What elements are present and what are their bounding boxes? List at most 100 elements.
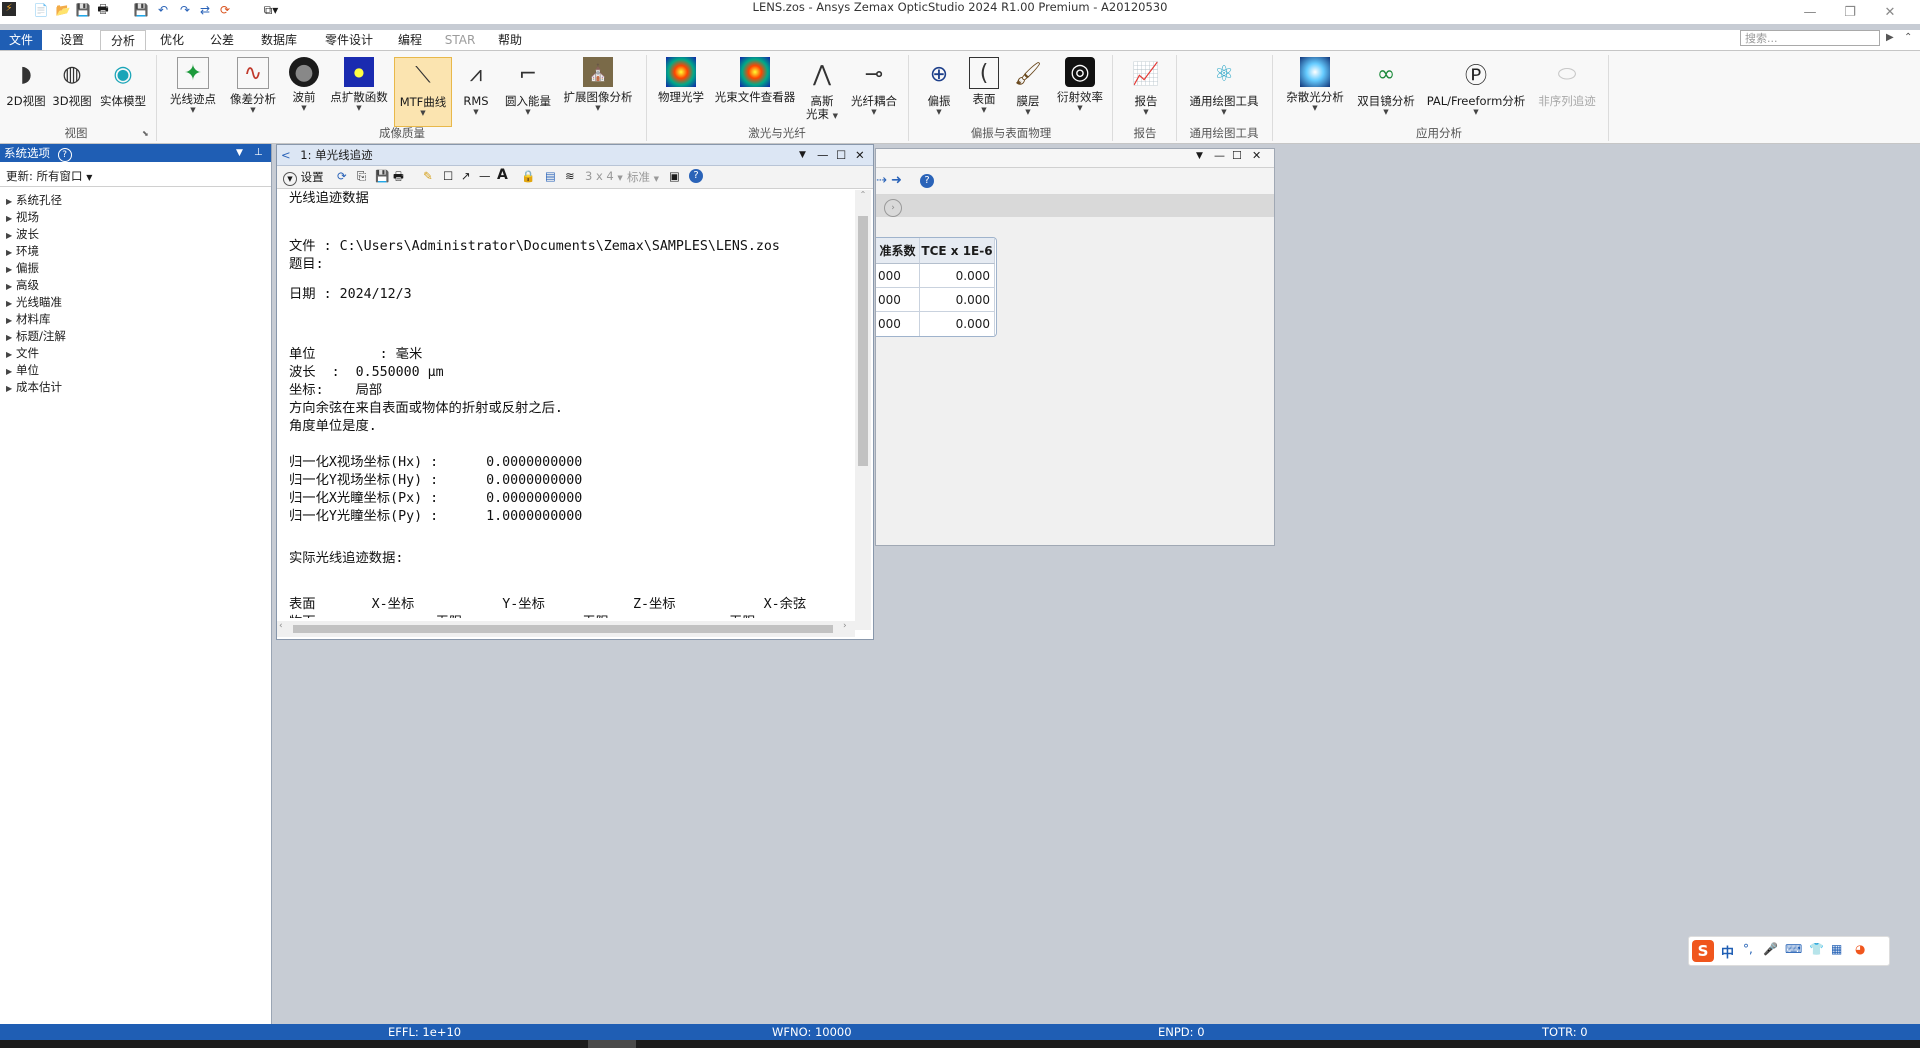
- stray-light-button[interactable]: 杂散光分析 ▼: [1280, 57, 1350, 127]
- tab-part-designer[interactable]: 零件设计: [318, 30, 380, 50]
- tree-item-ray-aiming[interactable]: ▶ 光线瞄准: [6, 294, 62, 311]
- horizontal-scrollbar[interactable]: ‹ ›: [277, 621, 855, 637]
- rms-button[interactable]: ⩘ RMS ▼: [454, 57, 498, 127]
- tree-item-wavelengths[interactable]: ▶ 波长: [6, 226, 39, 243]
- tree-item-cost-estimator[interactable]: ▶ 成本估计: [6, 379, 62, 396]
- tree-item-units[interactable]: ▶ 单位: [6, 362, 39, 379]
- line-icon[interactable]: —: [479, 169, 491, 183]
- arrow-right-icon[interactable]: ⇢ ➜: [876, 173, 902, 188]
- tab-help[interactable]: 帮助: [490, 30, 530, 50]
- save-icon[interactable]: 💾: [375, 169, 389, 183]
- tab-setup[interactable]: 设置: [52, 30, 92, 50]
- standard-dropdown[interactable]: 标准 ▼: [627, 169, 659, 185]
- update-icon[interactable]: ⟳: [337, 169, 347, 183]
- universal-plot-button[interactable]: ⚛ 通用绘图工具 ▼: [1182, 57, 1266, 127]
- table-cell[interactable]: 000: [876, 312, 920, 336]
- diffraction-efficiency-button[interactable]: ◎ 衍射效率 ▼: [1052, 57, 1108, 127]
- microphone-icon[interactable]: 🎤: [1763, 942, 1778, 956]
- punctuation-icon[interactable]: °,: [1743, 942, 1753, 956]
- tab-file[interactable]: 文件: [0, 30, 42, 50]
- pin-icon[interactable]: ⊥: [254, 144, 263, 162]
- help-icon[interactable]: ?: [689, 169, 703, 183]
- beam-file-viewer-button[interactable]: 光束文件查看器: [712, 57, 798, 127]
- ime-language-toggle[interactable]: 中: [1721, 942, 1734, 961]
- layers-icon[interactable]: ≋: [565, 169, 575, 183]
- column-header[interactable]: 准系数: [876, 238, 920, 264]
- editor-dropdown-icon[interactable]: ▼: [1196, 151, 1203, 161]
- encircled-energy-button[interactable]: ⌐ 圆入能量 ▼: [500, 57, 556, 127]
- polarization-button[interactable]: ⊕ 偏振 ▼: [916, 57, 962, 127]
- fiber-coupling-button[interactable]: ⊸ 光纤耦合 ▼: [846, 57, 902, 127]
- scroll-up-icon[interactable]: ⌃: [855, 190, 871, 202]
- window-minimize-icon[interactable]: —: [817, 145, 829, 165]
- physical-optics-button[interactable]: 物理光学: [652, 57, 710, 127]
- help-icon[interactable]: ?: [57, 148, 72, 162]
- scroll-right-icon[interactable]: ›: [843, 621, 847, 631]
- window-close-icon[interactable]: ✕: [855, 145, 865, 165]
- arrow-line-icon[interactable]: ↗: [461, 169, 471, 183]
- tree-item-advanced[interactable]: ▶ 高级: [6, 277, 39, 294]
- column-header[interactable]: TCE x 1E-6: [920, 238, 995, 264]
- skin-icon[interactable]: 👕: [1809, 942, 1824, 956]
- table-cell[interactable]: 0.000: [920, 312, 995, 336]
- tab-programming[interactable]: 编程: [390, 30, 430, 50]
- group-launcher-icon[interactable]: ⬊: [142, 129, 149, 138]
- aberrations-button[interactable]: ∿ 像差分析 ▼: [224, 57, 282, 127]
- table-cell[interactable]: 0.000: [920, 288, 995, 312]
- text-icon[interactable]: A: [497, 167, 508, 183]
- search-go-icon[interactable]: ▶: [1886, 30, 1900, 46]
- psf-button[interactable]: ● 点扩散函数 ▼: [326, 57, 392, 127]
- rectangle-icon[interactable]: ☐: [443, 169, 453, 183]
- mtf-button[interactable]: ⟍ MTF曲线 ▼: [394, 57, 452, 127]
- tree-item-files[interactable]: ▶ 文件: [6, 345, 39, 362]
- binocular-button[interactable]: ∞ 双目镜分析 ▼: [1352, 57, 1420, 127]
- scrollbar-thumb[interactable]: [858, 216, 868, 466]
- tree-item-aperture[interactable]: ▶ 系统孔径: [6, 192, 62, 209]
- help-icon[interactable]: ?: [920, 174, 934, 188]
- minimize-button[interactable]: —: [1790, 2, 1830, 24]
- export-icon[interactable]: ▣: [669, 169, 680, 183]
- keyboard-icon[interactable]: ⌨: [1785, 942, 1802, 956]
- tab-libraries[interactable]: 数据库: [254, 30, 304, 50]
- scrollbar-thumb[interactable]: [293, 625, 833, 633]
- window-maximize-icon[interactable]: ☐: [836, 145, 846, 165]
- reports-button[interactable]: 📈 报告 ▼: [1124, 57, 1168, 127]
- tab-optimize[interactable]: 优化: [152, 30, 192, 50]
- taskbar-item[interactable]: [588, 1040, 636, 1048]
- layout-icon[interactable]: ▤: [545, 169, 556, 183]
- maximize-button[interactable]: ❐: [1830, 2, 1870, 24]
- gaussian-beam-button[interactable]: ⋀ 高斯 光束 ▼: [800, 57, 844, 127]
- grid-apps-icon[interactable]: ▦: [1831, 942, 1842, 956]
- 2d-view-button[interactable]: ◗ 2D视图: [4, 57, 48, 127]
- ray-trace-button[interactable]: ✦ 光线迹点 ▼: [164, 57, 222, 127]
- shaded-model-button[interactable]: ◉ 实体模型: [96, 57, 150, 127]
- layout-dropdown[interactable]: 3 x 4 ▼: [585, 169, 623, 183]
- panel-dropdown-icon[interactable]: ▼: [236, 144, 243, 162]
- vertical-scrollbar[interactable]: ⌃: [855, 190, 871, 630]
- pal-freeform-button[interactable]: Ⓟ PAL/Freeform分析 ▼: [1422, 57, 1530, 127]
- tree-item-material-catalogs[interactable]: ▶ 材料库: [6, 311, 51, 328]
- table-cell[interactable]: 0.000: [920, 264, 995, 288]
- ray-trace-text-output[interactable]: 光线追迹数据 文件 : C:\Users\Administrator\Docume…: [289, 190, 855, 618]
- surface-button[interactable]: ( 表面 ▼: [964, 57, 1004, 127]
- tree-item-title-notes[interactable]: ▶ 标题/注解: [6, 328, 66, 345]
- editor-maximize-icon[interactable]: ☐: [1232, 149, 1242, 162]
- table-cell[interactable]: 000: [876, 288, 920, 312]
- tree-item-environment[interactable]: ▶ 环境: [6, 243, 39, 260]
- close-button[interactable]: ✕: [1870, 2, 1910, 24]
- ime-logo-icon[interactable]: S: [1692, 940, 1714, 962]
- editor-close-icon[interactable]: ✕: [1252, 149, 1261, 162]
- 3d-view-button[interactable]: ◍ 3D视图: [50, 57, 94, 127]
- copy-icon[interactable]: ⎘: [357, 169, 366, 184]
- scroll-left-icon[interactable]: ‹: [279, 621, 283, 631]
- extended-scene-button[interactable]: ⛪ 扩展图像分析 ▼: [558, 57, 638, 127]
- mascot-icon[interactable]: ◕: [1855, 942, 1865, 956]
- tree-item-polarization[interactable]: ▶ 偏振: [6, 260, 39, 277]
- table-cell[interactable]: 000: [876, 264, 920, 288]
- tab-tolerance[interactable]: 公差: [202, 30, 242, 50]
- search-input[interactable]: 搜索...: [1740, 30, 1880, 46]
- window-dropdown-icon[interactable]: ▼: [799, 145, 806, 165]
- settings-button[interactable]: ▼ 设置: [283, 169, 324, 186]
- lock-icon[interactable]: 🔒: [521, 169, 535, 183]
- ribbon-toggle-icon[interactable]: ⌃: [1904, 30, 1918, 46]
